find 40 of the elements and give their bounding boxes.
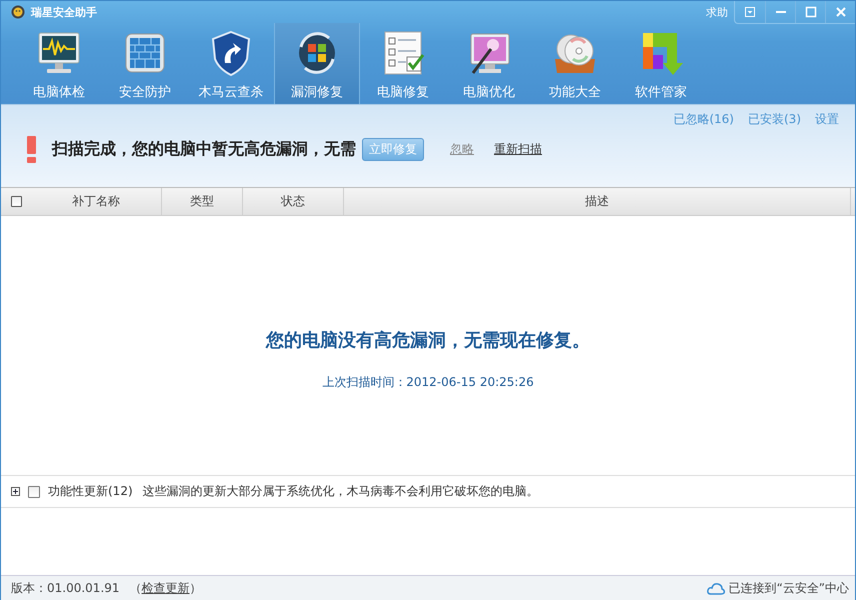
- checkbox[interactable]: [10, 196, 22, 207]
- toolbar-tab[interactable]: 木马云查杀: [188, 23, 274, 104]
- toolbar-tab[interactable]: 电脑修复: [360, 23, 446, 104]
- checkbox[interactable]: [28, 486, 40, 498]
- toolbar-tab[interactable]: 功能大全: [532, 23, 618, 104]
- dropdown-icon: [744, 6, 756, 18]
- bracket: ）: [190, 580, 202, 596]
- rescan-link[interactable]: 重新扫描: [494, 141, 542, 158]
- close-icon: [834, 6, 846, 18]
- toolbar-tab[interactable]: 安全防护: [102, 23, 188, 104]
- header-link[interactable]: 已安装(3): [748, 111, 801, 128]
- column-header: 描述: [585, 193, 609, 210]
- toolbar-tab[interactable]: 电脑优化: [446, 23, 532, 104]
- header-link[interactable]: 已忽略(16): [673, 111, 734, 128]
- minimize-icon: [776, 10, 786, 12]
- logo-icon: [11, 5, 25, 19]
- group-description: 这些漏洞的更新大部分属于系统优化，木马病毒不会利用它破坏您的电脑。: [142, 483, 539, 500]
- header-link[interactable]: 设置: [815, 111, 839, 128]
- scan-result-message: 扫描完成，您的电脑中暂无高危漏洞，无需: [52, 139, 356, 160]
- cloud-icon: [706, 581, 725, 595]
- column-header: 补丁名称: [72, 193, 120, 210]
- toolbar-tab[interactable]: 漏洞修复: [274, 23, 360, 104]
- group-name: 功能性更新(12): [48, 483, 133, 500]
- cloud-status: 已连接到“云安全”中心: [728, 580, 849, 596]
- column-header: 类型: [190, 193, 214, 210]
- column-header: 状态: [281, 193, 305, 210]
- ignore-link[interactable]: 忽略: [450, 141, 474, 158]
- expand-icon[interactable]: [11, 487, 20, 496]
- empty-state-title: 您的电脑没有高危漏洞，无需现在修复。: [266, 329, 590, 352]
- alert-icon: [27, 136, 36, 163]
- bracket: （: [130, 580, 142, 596]
- window-title: 瑞星安全助手: [31, 4, 98, 20]
- last-scan-time: 上次扫描时间：2012-06-15 20:25:26: [322, 374, 534, 391]
- toolbar-tab[interactable]: 软件管家: [618, 23, 704, 104]
- maximize-icon: [804, 6, 816, 18]
- check-update-link[interactable]: 检查更新: [142, 580, 190, 596]
- help-link[interactable]: 求助: [706, 4, 728, 20]
- version-label: 版本：01.00.01.91: [11, 580, 120, 596]
- fix-now-button[interactable]: 立即修复: [362, 138, 424, 161]
- toolbar-tab[interactable]: 电脑体检: [16, 23, 102, 104]
